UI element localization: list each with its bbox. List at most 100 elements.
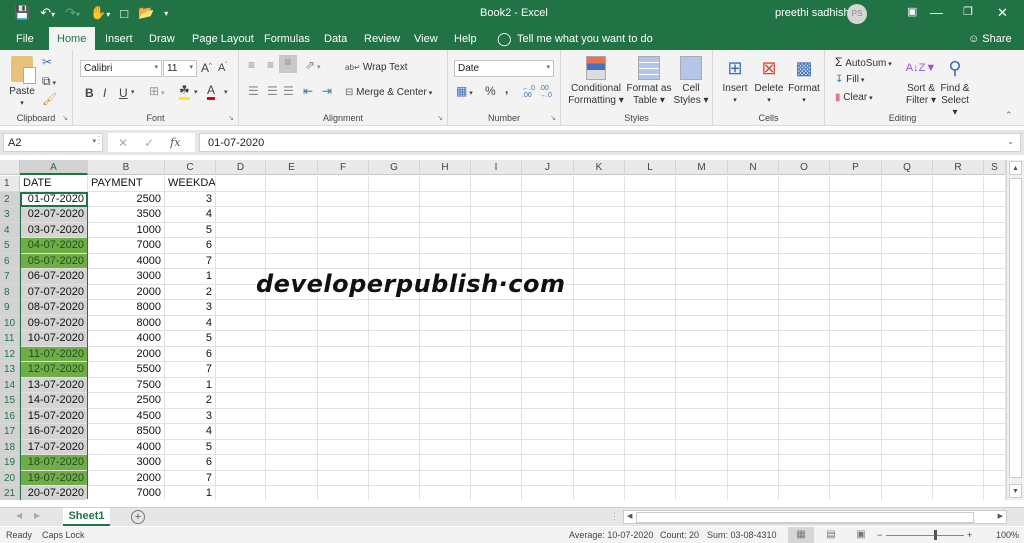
cell-r17[interactable] [933, 424, 984, 440]
cell-b14[interactable]: 7500 [88, 377, 165, 393]
alignment-launcher-icon[interactable]: ↘ [437, 114, 443, 122]
row-header-5[interactable]: 5 [0, 238, 20, 254]
cell-g16[interactable] [369, 408, 420, 424]
row-header-21[interactable]: 21 [0, 486, 20, 500]
cell-s10[interactable] [984, 315, 1006, 331]
cell-i18[interactable] [471, 439, 522, 455]
undo-icon[interactable]: ↶▾ [40, 5, 55, 21]
cell-a11[interactable]: 10-07-2020 [20, 331, 88, 347]
cell-a15[interactable]: 14-07-2020 [20, 393, 88, 409]
column-header-q[interactable]: Q [882, 160, 933, 175]
cell-d18[interactable] [216, 439, 266, 455]
cell-f19[interactable] [318, 455, 369, 471]
cell-h9[interactable] [420, 300, 471, 316]
cell-g19[interactable] [369, 455, 420, 471]
scroll-up-icon[interactable]: ▲ [1009, 161, 1022, 175]
column-header-i[interactable]: I [471, 160, 522, 175]
cell-j3[interactable] [522, 207, 574, 223]
cell-j10[interactable] [522, 315, 574, 331]
cell-k8[interactable] [574, 284, 625, 300]
cell-l13[interactable] [625, 362, 676, 378]
cell-q17[interactable] [882, 424, 933, 440]
zoom-level[interactable]: 100% [996, 530, 1019, 540]
cell-a20[interactable]: 19-07-2020 [20, 470, 88, 486]
new-file-icon[interactable]: □ [120, 6, 128, 21]
cell-n19[interactable] [728, 455, 779, 471]
cell-n4[interactable] [728, 222, 779, 238]
cell-o13[interactable] [779, 362, 830, 378]
cell-c11[interactable]: 5 [165, 331, 216, 347]
delete-cells-button[interactable]: ⊠ Delete ▾ [753, 56, 785, 107]
formula-input[interactable]: 01-07-2020 ⌄ [199, 133, 1021, 152]
underline-button[interactable]: U [119, 86, 128, 100]
cell-o1[interactable] [779, 176, 830, 192]
cell-a14[interactable]: 13-07-2020 [20, 377, 88, 393]
cell-b15[interactable]: 2500 [88, 393, 165, 409]
cell-k16[interactable] [574, 408, 625, 424]
cell-m5[interactable] [676, 238, 728, 254]
tab-draw[interactable]: Draw [149, 33, 175, 45]
cell-l16[interactable] [625, 408, 676, 424]
fill-button[interactable]: ↧ Fill ▾ [835, 74, 864, 87]
font-size-select[interactable]: 11 ▾ [163, 60, 197, 77]
cell-j4[interactable] [522, 222, 574, 238]
cell-l18[interactable] [625, 439, 676, 455]
tab-home[interactable]: Home [49, 27, 95, 50]
cell-q4[interactable] [882, 222, 933, 238]
cell-j1[interactable] [522, 176, 574, 192]
cell-a7[interactable]: 06-07-2020 [20, 269, 88, 285]
row-header-7[interactable]: 7 [0, 269, 20, 285]
cell-e11[interactable] [266, 331, 318, 347]
cell-o12[interactable] [779, 346, 830, 362]
cell-k3[interactable] [574, 207, 625, 223]
cell-h14[interactable] [420, 377, 471, 393]
borders-icon[interactable]: ⊞ ▾ [149, 84, 165, 98]
row-header-17[interactable]: 17 [0, 424, 20, 440]
cell-o18[interactable] [779, 439, 830, 455]
cell-f4[interactable] [318, 222, 369, 238]
cell-l11[interactable] [625, 331, 676, 347]
cell-f17[interactable] [318, 424, 369, 440]
scroll-left-icon[interactable]: ◀ [627, 512, 632, 520]
column-header-e[interactable]: E [266, 160, 318, 175]
cell-k21[interactable] [574, 486, 625, 500]
cell-j13[interactable] [522, 362, 574, 378]
number-launcher-icon[interactable]: ↘ [550, 114, 556, 122]
cell-e16[interactable] [266, 408, 318, 424]
row-header-16[interactable]: 16 [0, 408, 20, 424]
cell-k5[interactable] [574, 238, 625, 254]
cell-k18[interactable] [574, 439, 625, 455]
cell-m17[interactable] [676, 424, 728, 440]
status-sum[interactable]: Sum: 03-08-4310 [707, 530, 777, 540]
cell-q6[interactable] [882, 253, 933, 269]
cell-k14[interactable] [574, 377, 625, 393]
cell-f3[interactable] [318, 207, 369, 223]
cell-b20[interactable]: 2000 [88, 470, 165, 486]
cell-k2[interactable] [574, 191, 625, 207]
cell-r13[interactable] [933, 362, 984, 378]
row-header-18[interactable]: 18 [0, 439, 20, 455]
column-header-b[interactable]: B [88, 160, 165, 175]
cell-s14[interactable] [984, 377, 1006, 393]
cell-d13[interactable] [216, 362, 266, 378]
cell-o11[interactable] [779, 331, 830, 347]
add-sheet-icon[interactable]: + [131, 510, 145, 524]
cell-n12[interactable] [728, 346, 779, 362]
page-break-view-icon[interactable]: ▣ [848, 527, 874, 543]
cell-e3[interactable] [266, 207, 318, 223]
cell-c7[interactable]: 1 [165, 269, 216, 285]
cell-c16[interactable]: 3 [165, 408, 216, 424]
cell-j21[interactable] [522, 486, 574, 500]
cell-f9[interactable] [318, 300, 369, 316]
wrap-text-button[interactable]: ab↵ Wrap Text [345, 62, 407, 74]
align-bottom-icon[interactable]: ≡ [279, 55, 297, 73]
cell-e4[interactable] [266, 222, 318, 238]
prev-sheet-icon[interactable]: ◀ [16, 511, 22, 520]
cell-p13[interactable] [830, 362, 882, 378]
column-header-d[interactable]: D [216, 160, 266, 175]
cell-d2[interactable] [216, 191, 266, 207]
cell-n16[interactable] [728, 408, 779, 424]
clipboard-launcher-icon[interactable]: ↘ [62, 114, 68, 122]
fill-handle[interactable] [85, 498, 90, 500]
sheet-tab-sheet1[interactable]: Sheet1 [63, 508, 110, 526]
